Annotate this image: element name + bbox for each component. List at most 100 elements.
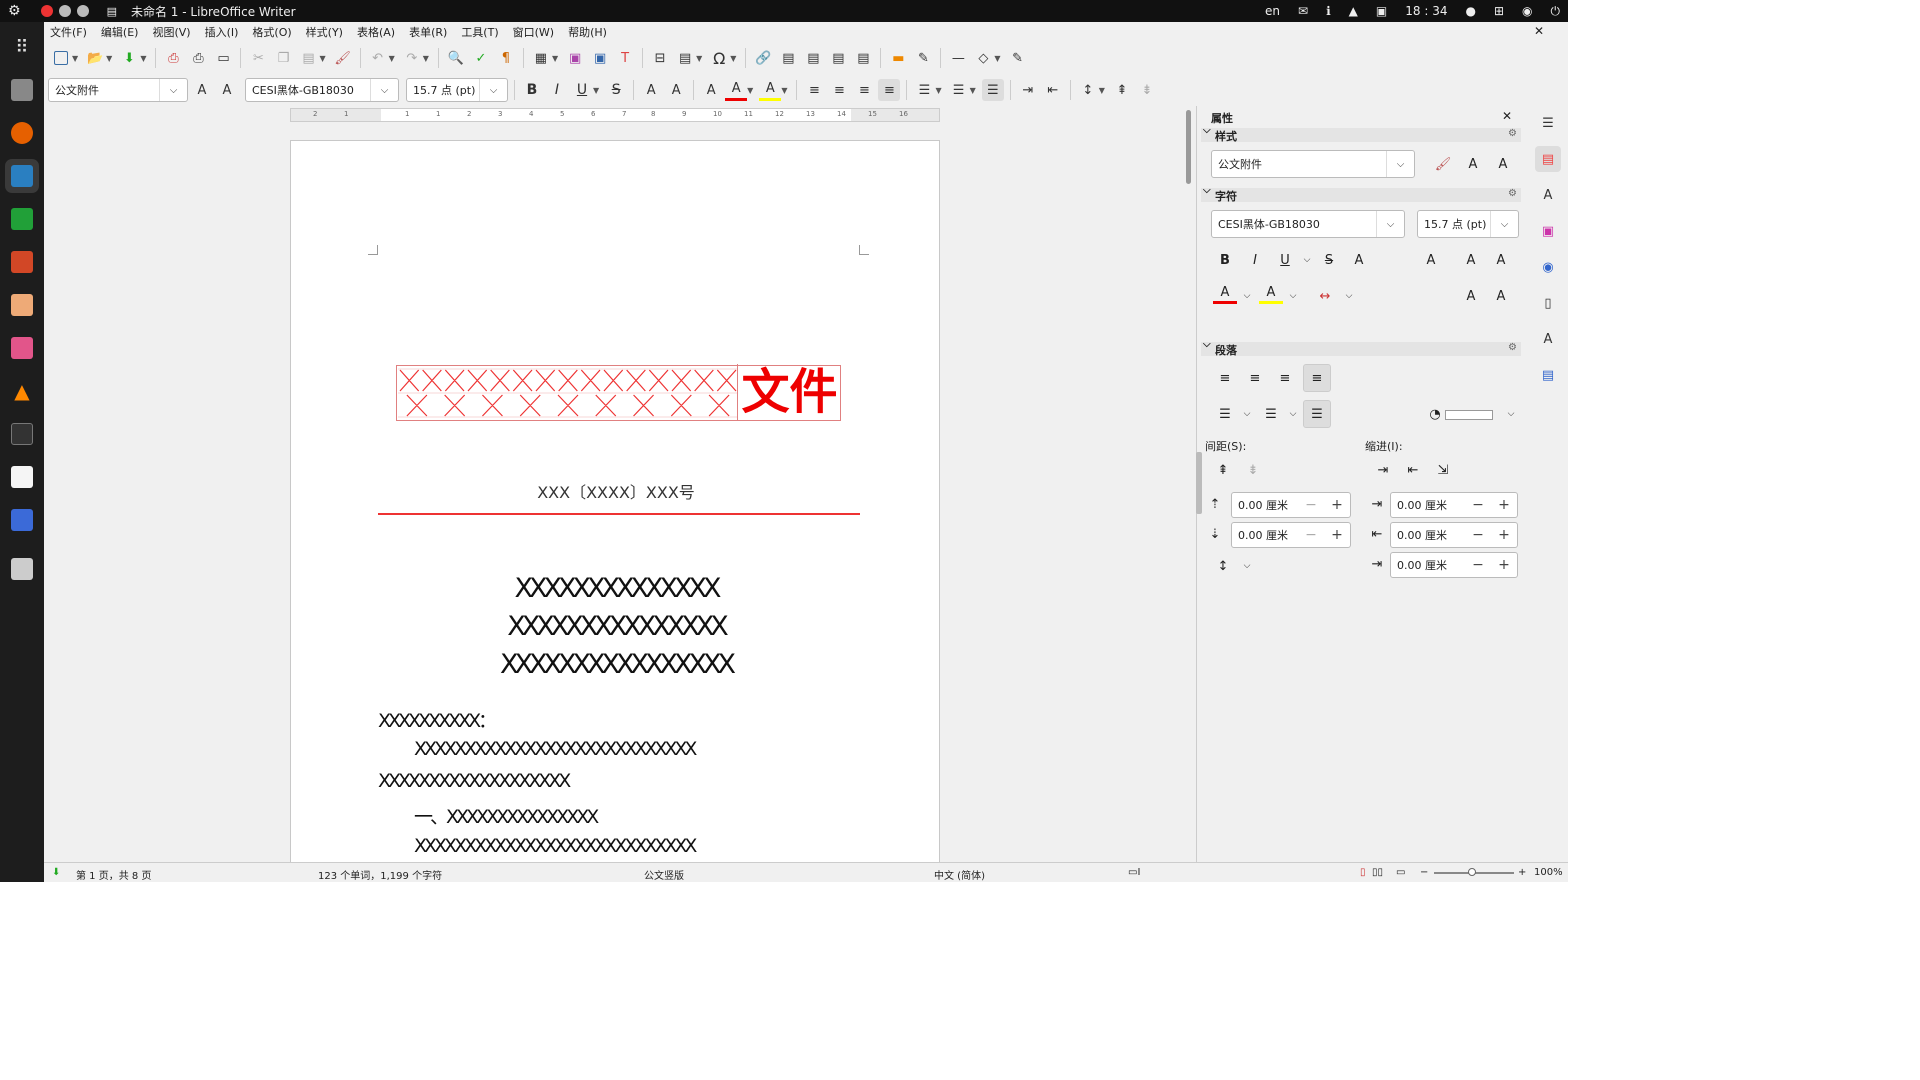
gear-icon[interactable]: ⚙: [1508, 342, 1517, 353]
new-style-icon[interactable]: A: [216, 79, 238, 101]
horizontal-ruler[interactable]: 2 1 1 1 2 3 4 5 6 7 8 9 10 11 12 13 14 1…: [290, 108, 940, 122]
menu-help[interactable]: 帮助(H): [568, 24, 607, 40]
chevron-down-icon[interactable]: ⌵: [1376, 211, 1404, 237]
style-inspector-tab-icon[interactable]: A: [1535, 326, 1561, 352]
menu-file[interactable]: 文件(F): [50, 24, 87, 40]
vertical-scrollbar[interactable]: [1184, 110, 1192, 862]
decrement-icon[interactable]: −: [1465, 555, 1491, 575]
italic-icon[interactable]: I: [1243, 248, 1267, 272]
language-status[interactable]: 中文 (简体): [934, 867, 985, 882]
clock[interactable]: 18 : 34: [1405, 4, 1447, 18]
bold-icon[interactable]: B: [521, 79, 543, 101]
single-page-view-icon[interactable]: ▯: [1360, 867, 1366, 878]
shadow-icon[interactable]: A: [1347, 248, 1371, 272]
line-spacing-icon[interactable]: ↕: [1077, 79, 1099, 101]
chevron-down-icon[interactable]: ⌵: [1235, 554, 1259, 578]
decrement-icon[interactable]: −: [1465, 495, 1491, 515]
paragraph-style-combo[interactable]: 公文附件 ⌵: [48, 78, 188, 102]
gear-icon[interactable]: ⚙: [1508, 128, 1517, 139]
styles-section-header[interactable]: 样式 ⚙: [1201, 125, 1521, 143]
character-section-header[interactable]: 字符 ⚙: [1201, 185, 1521, 203]
zoom-in-icon[interactable]: +: [1518, 867, 1526, 878]
download-icon[interactable]: [5, 331, 39, 365]
book-view-icon[interactable]: ▭: [1396, 867, 1405, 878]
language-indicator[interactable]: en: [1265, 4, 1280, 18]
italic-icon[interactable]: I: [546, 79, 568, 101]
calc-icon[interactable]: [5, 202, 39, 236]
paragraph-section-header[interactable]: 段落 ⚙: [1201, 339, 1521, 357]
sidebar-menu-icon[interactable]: ☰: [1535, 110, 1561, 136]
ubuntu-logo-icon[interactable]: ⚙: [8, 3, 21, 19]
scrollbar-thumb[interactable]: [1186, 110, 1191, 184]
menu-insert[interactable]: 插入(I): [205, 24, 239, 40]
sidebar-collapse-handle[interactable]: [1196, 452, 1202, 514]
chevron-down-icon[interactable]: ⌵: [1499, 402, 1523, 426]
update-style-icon[interactable]: A: [1491, 152, 1515, 176]
decrease-spacing-icon[interactable]: ⇟: [1241, 458, 1265, 482]
bullet-list-icon[interactable]: ☰: [1213, 402, 1237, 426]
menu-form[interactable]: 表单(R): [409, 24, 447, 40]
strikethrough-icon[interactable]: S: [605, 79, 627, 101]
cross-reference-icon[interactable]: ▤: [852, 47, 874, 69]
vlc-icon[interactable]: ▲: [5, 374, 39, 408]
align-left-icon[interactable]: ≡: [803, 79, 825, 101]
line-spacing-icon[interactable]: ↕: [1211, 554, 1235, 578]
menu-format[interactable]: 格式(O): [252, 24, 291, 40]
before-indent-spinner[interactable]: 0.00 厘米 − +: [1390, 492, 1518, 518]
insert-table-icon[interactable]: ▦: [530, 47, 552, 69]
zoom-slider-thumb[interactable]: [1468, 868, 1476, 876]
font-color-icon[interactable]: A: [1213, 284, 1237, 304]
power-icon[interactable]: ⏻: [1551, 4, 1561, 19]
draw-function-icon[interactable]: ✎: [1007, 47, 1029, 69]
firefox-icon[interactable]: [5, 116, 39, 150]
new-document-icon[interactable]: [50, 47, 72, 69]
navigator-tab-icon[interactable]: ◉: [1535, 254, 1561, 280]
subscript-icon[interactable]: A: [665, 79, 687, 101]
background-color-icon[interactable]: ◔: [1423, 402, 1447, 426]
decrease-indent-icon[interactable]: ⇤: [1042, 79, 1064, 101]
document-page[interactable]: 文件 XXX〔XXXX〕XXX号 XXXXXXXXXXXXXX XXXXXXXX…: [290, 140, 940, 862]
insert-mode-icon[interactable]: ▭I: [1128, 867, 1140, 878]
special-character-icon[interactable]: Ω: [708, 47, 730, 69]
increment-icon[interactable]: +: [1491, 555, 1517, 575]
clone-format-icon[interactable]: 🖌: [332, 47, 354, 69]
copy-icon[interactable]: ❐: [272, 47, 294, 69]
open-icon[interactable]: 📂: [84, 47, 106, 69]
gallery-tab-icon[interactable]: ▣: [1535, 218, 1561, 244]
insert-field-icon[interactable]: ▤: [674, 47, 696, 69]
zoom-level[interactable]: 100%: [1534, 867, 1563, 878]
footnote-icon[interactable]: ▤: [777, 47, 799, 69]
update-style-icon[interactable]: A: [191, 79, 213, 101]
undo-icon[interactable]: ↶: [367, 47, 389, 69]
sidebar-style-combo[interactable]: 公文附件 ⌵: [1211, 150, 1415, 178]
print-preview-icon[interactable]: ▭: [212, 47, 234, 69]
track-changes-icon[interactable]: ✎: [912, 47, 934, 69]
menu-tools[interactable]: 工具(T): [461, 24, 498, 40]
chevron-down-icon[interactable]: ⌵: [1235, 284, 1259, 308]
find-replace-icon[interactable]: 🔍: [445, 47, 467, 69]
info-icon[interactable]: ℹ: [1326, 4, 1331, 18]
decrease-para-spacing-icon[interactable]: ⇟: [1136, 79, 1158, 101]
increase-indent-icon[interactable]: ⇥: [1017, 79, 1039, 101]
menu-view[interactable]: 视图(V): [152, 24, 190, 40]
below-spacing-spinner[interactable]: 0.00 厘米 − +: [1231, 522, 1351, 548]
chevron-down-icon[interactable]: ⌵: [370, 79, 398, 101]
superscript-icon[interactable]: A: [640, 79, 662, 101]
menu-table[interactable]: 表格(A): [357, 24, 395, 40]
chevron-down-icon[interactable]: ⌵: [1386, 151, 1414, 177]
chevron-down-icon[interactable]: ⌵: [1490, 211, 1518, 237]
justify-icon[interactable]: ≡: [1303, 364, 1331, 392]
close-document-icon[interactable]: ✕: [1534, 24, 1544, 38]
new-style-icon[interactable]: A: [1461, 152, 1485, 176]
software-store-icon[interactable]: [5, 288, 39, 322]
increase-indent-icon[interactable]: ⇥: [1371, 458, 1395, 482]
menu-window[interactable]: 窗口(W): [513, 24, 554, 40]
page-break-icon[interactable]: ⊟: [649, 47, 671, 69]
impress-icon[interactable]: [5, 245, 39, 279]
gear-icon[interactable]: ⚙: [1508, 188, 1517, 199]
align-center-icon[interactable]: ≡: [1243, 366, 1267, 390]
font-name-combo[interactable]: CESI黑体-GB18030 ⌵: [245, 78, 399, 102]
increment-icon[interactable]: +: [1491, 495, 1517, 515]
increment-icon[interactable]: +: [1491, 525, 1517, 545]
styles-tab-icon[interactable]: A: [1535, 182, 1561, 208]
